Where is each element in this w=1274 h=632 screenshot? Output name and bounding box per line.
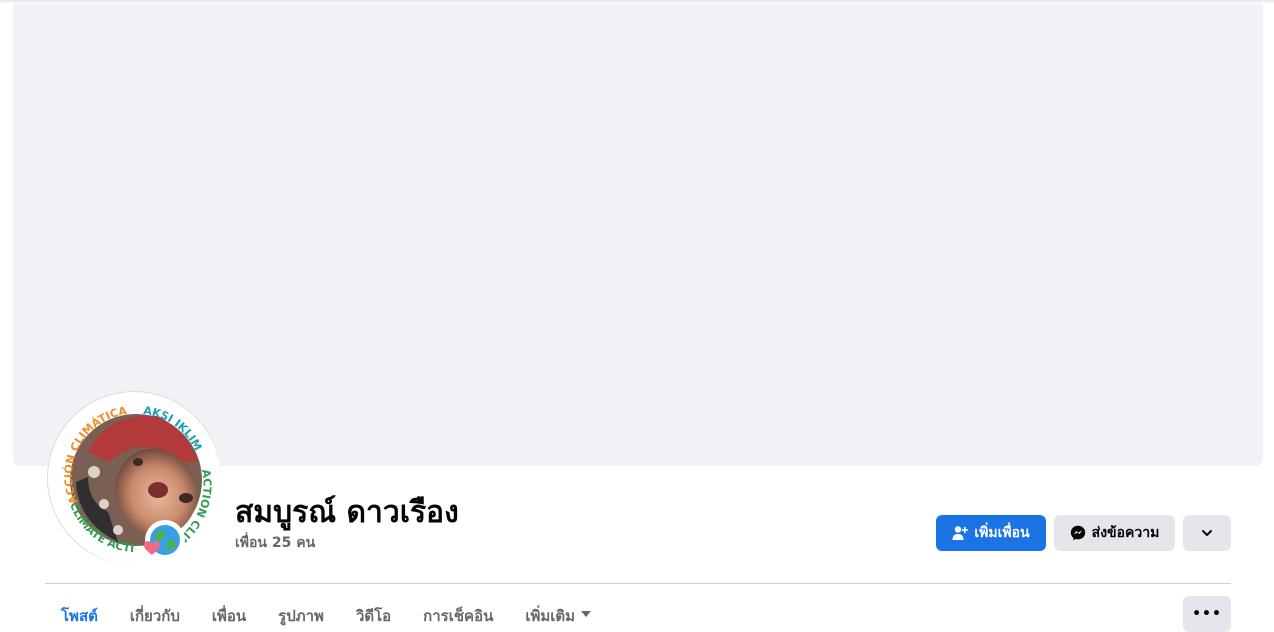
tab-more[interactable]: เพิ่มเติม (509, 596, 607, 626)
climate-action-frame: ACCIÓN CLIMÁTICA AKSI IKLIM ACTION CLIMA… (48, 392, 221, 565)
tab-about-label: เกี่ยวกับ (129, 607, 180, 625)
caret-down-icon (581, 611, 592, 617)
profile-tabs: โพสต์ เกี่ยวกับ เพื่อน รูปภาพ วิดีโอ การ… (45, 596, 607, 626)
tabs-divider (45, 583, 1231, 584)
tab-more-label: เพิ่มเติม (525, 607, 576, 625)
add-friend-icon (952, 526, 969, 540)
tab-about[interactable]: เกี่ยวกับ (114, 596, 196, 626)
tab-checkins-label: การเช็คอิน (423, 607, 494, 625)
tab-posts-label: โพสต์ (61, 607, 98, 625)
friends-count[interactable]: เพื่อน 25 คน (235, 532, 315, 554)
tab-posts[interactable]: โพสต์ (45, 596, 114, 626)
tab-videos-label: วิดีโอ (355, 607, 392, 625)
add-friend-label: เพิ่มเพื่อน (974, 525, 1030, 541)
more-dots-icon: ••• (1192, 606, 1222, 622)
more-dots-button[interactable]: ••• (1183, 596, 1231, 632)
tab-friends[interactable]: เพื่อน (196, 596, 262, 626)
tab-checkins[interactable]: การเช็คอิน (407, 596, 509, 626)
profile-name: สมบูรณ์ ดาวเรือง (235, 495, 459, 530)
tab-photos[interactable]: รูปภาพ (262, 596, 340, 626)
more-options-button[interactable] (1183, 515, 1231, 551)
tab-photos-label: รูปภาพ (278, 607, 324, 625)
tab-videos[interactable]: วิดีโอ (340, 596, 407, 626)
profile-picture[interactable]: ACCIÓN CLIMÁTICA AKSI IKLIM ACTION CLIMA… (47, 391, 221, 565)
tab-friends-label: เพื่อน (211, 607, 247, 625)
messenger-icon (1070, 525, 1085, 541)
add-friend-button[interactable]: เพิ่มเพื่อน (936, 515, 1046, 551)
message-button[interactable]: ส่งข้อความ (1054, 515, 1175, 551)
message-label: ส่งข้อความ (1091, 525, 1160, 541)
chevron-down-icon (1202, 530, 1212, 536)
